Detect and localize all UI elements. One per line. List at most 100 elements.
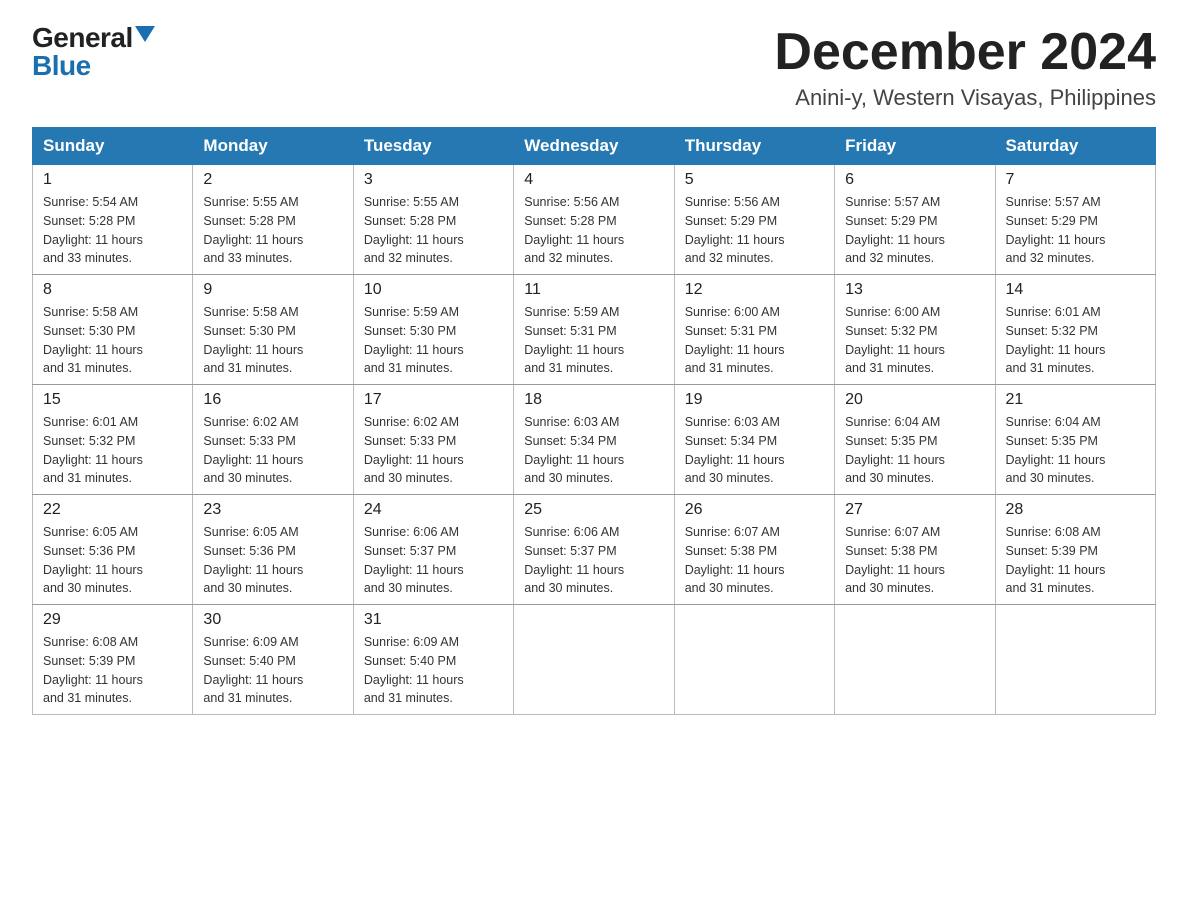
calendar-day-cell: 8Sunrise: 5:58 AM Sunset: 5:30 PM Daylig… bbox=[33, 275, 193, 385]
calendar-day-cell: 5 Sunrise: 5:56 AM Sunset: 5:29 PM Daylig… bbox=[674, 165, 834, 275]
weekday-header-friday: Friday bbox=[835, 128, 995, 165]
day-number: 19 bbox=[685, 391, 824, 409]
calendar-day-cell: 13 Sunrise: 6:00 AM Sunset: 5:32 PM Dayli… bbox=[835, 275, 995, 385]
day-number: 18 bbox=[524, 391, 663, 409]
calendar-day-cell: 11 Sunrise: 5:59 AM Sunset: 5:31 PM Dayli… bbox=[514, 275, 674, 385]
day-number: 4 bbox=[524, 171, 663, 189]
day-number: 1 bbox=[43, 171, 182, 189]
calendar-day-cell: 15 Sunrise: 6:01 AM Sunset: 5:32 PM Dayli… bbox=[33, 385, 193, 495]
calendar-week-row: 22 Sunrise: 6:05 AM Sunset: 5:36 PM Dayli… bbox=[33, 495, 1156, 605]
day-info: Sunrise: 6:06 AM Sunset: 5:37 PM Dayligh… bbox=[364, 523, 503, 598]
day-info: Sunrise: 6:05 AM Sunset: 5:36 PM Dayligh… bbox=[203, 523, 342, 598]
day-info: Sunrise: 6:00 AM Sunset: 5:31 PM Dayligh… bbox=[685, 303, 824, 378]
calendar-table: SundayMondayTuesdayWednesdayThursdayFrid… bbox=[32, 127, 1156, 715]
day-info: Sunrise: 6:09 AM Sunset: 5:40 PM Dayligh… bbox=[364, 633, 503, 708]
day-info: Sunrise: 6:04 AM Sunset: 5:35 PM Dayligh… bbox=[845, 413, 984, 488]
day-info: Sunrise: 5:55 AM Sunset: 5:28 PM Dayligh… bbox=[203, 193, 342, 268]
day-info: Sunrise: 6:07 AM Sunset: 5:38 PM Dayligh… bbox=[685, 523, 824, 598]
day-number: 27 bbox=[845, 501, 984, 519]
calendar-day-cell: 27Sunrise: 6:07 AM Sunset: 5:38 PM Dayli… bbox=[835, 495, 995, 605]
calendar-day-cell: 7 Sunrise: 5:57 AM Sunset: 5:29 PM Daylig… bbox=[995, 165, 1155, 275]
calendar-week-row: 15 Sunrise: 6:01 AM Sunset: 5:32 PM Dayli… bbox=[33, 385, 1156, 495]
day-number: 3 bbox=[364, 171, 503, 189]
day-info: Sunrise: 6:03 AM Sunset: 5:34 PM Dayligh… bbox=[524, 413, 663, 488]
day-number: 12 bbox=[685, 281, 824, 299]
weekday-header-thursday: Thursday bbox=[674, 128, 834, 165]
day-info: Sunrise: 5:54 AM Sunset: 5:28 PM Dayligh… bbox=[43, 193, 182, 268]
calendar-day-cell: 25 Sunrise: 6:06 AM Sunset: 5:37 PM Dayli… bbox=[514, 495, 674, 605]
weekday-header-saturday: Saturday bbox=[995, 128, 1155, 165]
day-info: Sunrise: 5:58 AM Sunset: 5:30 PM Dayligh… bbox=[203, 303, 342, 378]
calendar-day-cell bbox=[835, 605, 995, 715]
day-number: 7 bbox=[1006, 171, 1145, 189]
calendar-day-cell: 3Sunrise: 5:55 AM Sunset: 5:28 PM Daylig… bbox=[353, 165, 513, 275]
calendar-day-cell: 30 Sunrise: 6:09 AM Sunset: 5:40 PM Dayli… bbox=[193, 605, 353, 715]
day-info: Sunrise: 6:01 AM Sunset: 5:32 PM Dayligh… bbox=[43, 413, 182, 488]
day-info: Sunrise: 6:08 AM Sunset: 5:39 PM Dayligh… bbox=[43, 633, 182, 708]
calendar-day-cell: 19 Sunrise: 6:03 AM Sunset: 5:34 PM Dayli… bbox=[674, 385, 834, 495]
day-number: 6 bbox=[845, 171, 984, 189]
calendar-day-cell: 4 Sunrise: 5:56 AM Sunset: 5:28 PM Daylig… bbox=[514, 165, 674, 275]
day-number: 13 bbox=[845, 281, 984, 299]
day-number: 10 bbox=[364, 281, 503, 299]
logo: General Blue bbox=[32, 24, 155, 80]
calendar-day-cell: 31 Sunrise: 6:09 AM Sunset: 5:40 PM Dayli… bbox=[353, 605, 513, 715]
day-number: 24 bbox=[364, 501, 503, 519]
day-info: Sunrise: 5:59 AM Sunset: 5:31 PM Dayligh… bbox=[524, 303, 663, 378]
day-info: Sunrise: 6:01 AM Sunset: 5:32 PM Dayligh… bbox=[1006, 303, 1145, 378]
day-info: Sunrise: 6:08 AM Sunset: 5:39 PM Dayligh… bbox=[1006, 523, 1145, 598]
weekday-header-monday: Monday bbox=[193, 128, 353, 165]
calendar-day-cell: 21 Sunrise: 6:04 AM Sunset: 5:35 PM Dayli… bbox=[995, 385, 1155, 495]
day-number: 5 bbox=[685, 171, 824, 189]
calendar-day-cell: 16 Sunrise: 6:02 AM Sunset: 5:33 PM Dayli… bbox=[193, 385, 353, 495]
location-title: Anini-y, Western Visayas, Philippines bbox=[774, 85, 1156, 111]
calendar-day-cell: 28 Sunrise: 6:08 AM Sunset: 5:39 PM Dayli… bbox=[995, 495, 1155, 605]
calendar-day-cell: 20Sunrise: 6:04 AM Sunset: 5:35 PM Dayli… bbox=[835, 385, 995, 495]
day-number: 17 bbox=[364, 391, 503, 409]
weekday-header-tuesday: Tuesday bbox=[353, 128, 513, 165]
day-info: Sunrise: 6:02 AM Sunset: 5:33 PM Dayligh… bbox=[203, 413, 342, 488]
calendar-day-cell bbox=[514, 605, 674, 715]
month-title: December 2024 bbox=[774, 24, 1156, 81]
logo-general: General bbox=[32, 24, 133, 52]
day-number: 26 bbox=[685, 501, 824, 519]
page-header: General Blue December 2024 Anini-y, West… bbox=[32, 24, 1156, 111]
calendar-day-cell: 6 Sunrise: 5:57 AM Sunset: 5:29 PM Daylig… bbox=[835, 165, 995, 275]
day-number: 22 bbox=[43, 501, 182, 519]
weekday-header-wednesday: Wednesday bbox=[514, 128, 674, 165]
day-number: 21 bbox=[1006, 391, 1145, 409]
day-info: Sunrise: 5:56 AM Sunset: 5:29 PM Dayligh… bbox=[685, 193, 824, 268]
day-number: 31 bbox=[364, 611, 503, 629]
day-info: Sunrise: 6:04 AM Sunset: 5:35 PM Dayligh… bbox=[1006, 413, 1145, 488]
weekday-header-sunday: Sunday bbox=[33, 128, 193, 165]
day-number: 29 bbox=[43, 611, 182, 629]
day-number: 15 bbox=[43, 391, 182, 409]
day-number: 11 bbox=[524, 281, 663, 299]
day-info: Sunrise: 5:56 AM Sunset: 5:28 PM Dayligh… bbox=[524, 193, 663, 268]
calendar-week-row: 29 Sunrise: 6:08 AM Sunset: 5:39 PM Dayli… bbox=[33, 605, 1156, 715]
day-info: Sunrise: 6:09 AM Sunset: 5:40 PM Dayligh… bbox=[203, 633, 342, 708]
calendar-day-cell: 1 Sunrise: 5:54 AM Sunset: 5:28 PM Daylig… bbox=[33, 165, 193, 275]
day-info: Sunrise: 6:06 AM Sunset: 5:37 PM Dayligh… bbox=[524, 523, 663, 598]
day-info: Sunrise: 6:03 AM Sunset: 5:34 PM Dayligh… bbox=[685, 413, 824, 488]
calendar-day-cell: 29 Sunrise: 6:08 AM Sunset: 5:39 PM Dayli… bbox=[33, 605, 193, 715]
day-info: Sunrise: 5:59 AM Sunset: 5:30 PM Dayligh… bbox=[364, 303, 503, 378]
calendar-day-cell: 18 Sunrise: 6:03 AM Sunset: 5:34 PM Dayli… bbox=[514, 385, 674, 495]
weekday-header-row: SundayMondayTuesdayWednesdayThursdayFrid… bbox=[33, 128, 1156, 165]
calendar-day-cell: 14 Sunrise: 6:01 AM Sunset: 5:32 PM Dayli… bbox=[995, 275, 1155, 385]
calendar-day-cell: 9Sunrise: 5:58 AM Sunset: 5:30 PM Daylig… bbox=[193, 275, 353, 385]
day-number: 25 bbox=[524, 501, 663, 519]
day-info: Sunrise: 5:58 AM Sunset: 5:30 PM Dayligh… bbox=[43, 303, 182, 378]
day-number: 28 bbox=[1006, 501, 1145, 519]
calendar-day-cell: 2Sunrise: 5:55 AM Sunset: 5:28 PM Daylig… bbox=[193, 165, 353, 275]
day-number: 23 bbox=[203, 501, 342, 519]
day-number: 14 bbox=[1006, 281, 1145, 299]
day-number: 30 bbox=[203, 611, 342, 629]
calendar-day-cell: 10 Sunrise: 5:59 AM Sunset: 5:30 PM Dayli… bbox=[353, 275, 513, 385]
title-block: December 2024 Anini-y, Western Visayas, … bbox=[774, 24, 1156, 111]
day-number: 16 bbox=[203, 391, 342, 409]
day-info: Sunrise: 5:57 AM Sunset: 5:29 PM Dayligh… bbox=[1006, 193, 1145, 268]
day-info: Sunrise: 5:57 AM Sunset: 5:29 PM Dayligh… bbox=[845, 193, 984, 268]
day-info: Sunrise: 6:05 AM Sunset: 5:36 PM Dayligh… bbox=[43, 523, 182, 598]
day-info: Sunrise: 6:00 AM Sunset: 5:32 PM Dayligh… bbox=[845, 303, 984, 378]
